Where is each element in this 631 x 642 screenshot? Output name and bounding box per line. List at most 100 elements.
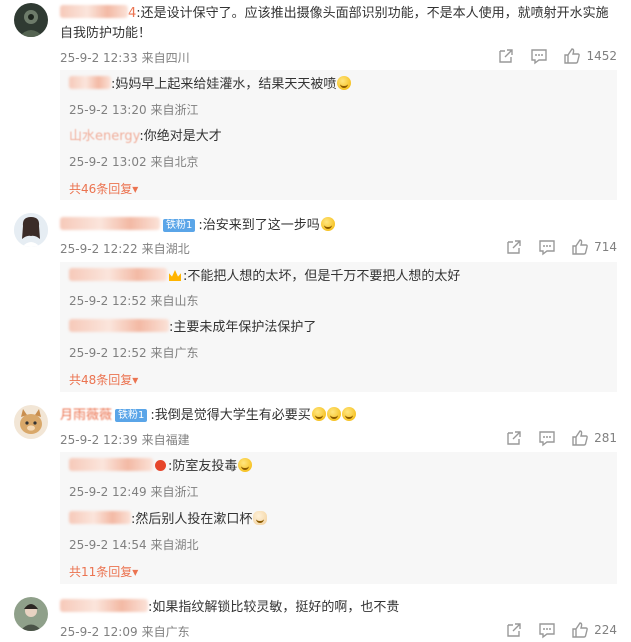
- reply-location: 来自北京: [150, 155, 199, 169]
- reply-text: :防室友投毒: [168, 459, 238, 474]
- like-count: 224: [594, 623, 617, 637]
- username[interactable]: 月雨薇薇: [60, 408, 112, 423]
- vip-badge: 铁粉1: [115, 409, 148, 422]
- more-replies-link[interactable]: 共11条回复▾: [69, 563, 138, 580]
- comment-meta: 25-9-2 12:22 来自湖北: [60, 240, 194, 257]
- reply-time: 25-9-2 12:52: [69, 346, 147, 360]
- username-redacted[interactable]: [60, 5, 128, 18]
- more-replies-link[interactable]: 共46条回复▾: [69, 180, 138, 197]
- comment-actions: 224: [490, 621, 617, 639]
- reply-time: 25-9-2 13:20: [69, 103, 147, 117]
- comment-time: 25-9-2 12:33: [60, 51, 138, 65]
- share-icon[interactable]: [497, 47, 515, 65]
- caret-down-icon: ▾: [132, 373, 139, 387]
- comment-text: :如果指纹解锁比较灵敏，挺好的啊，也不贵: [148, 600, 400, 615]
- reply-time: 25-9-2 12:49: [69, 485, 147, 499]
- username-redacted[interactable]: [60, 599, 148, 612]
- comment-text: :治安来到了这一步吗: [198, 218, 320, 233]
- comment-actions: 281: [490, 429, 617, 447]
- avatar[interactable]: [14, 405, 48, 439]
- reply-location: 来自山东: [150, 294, 199, 308]
- reply-meta: 25-9-2 13:02 来自北京: [69, 153, 198, 170]
- comment-time: 25-9-2 12:09: [60, 625, 138, 639]
- reply-meta: 25-9-2 12:52 来自山东: [69, 292, 198, 309]
- comment-icon[interactable]: [530, 47, 548, 65]
- laugh-cry-emoji-icon: [311, 407, 326, 421]
- more-replies-link[interactable]: 共48条回复▾: [69, 371, 138, 388]
- avatar[interactable]: [14, 3, 48, 37]
- comment-time: 25-9-2 12:22: [60, 242, 138, 256]
- comment-actions: 1452: [482, 47, 617, 65]
- comment-meta: 25-9-2 12:39 来自福建: [60, 431, 194, 448]
- reply-text: :妈妈早上起来给娃灌水，结果天天被喷: [111, 77, 337, 92]
- comment-actions: 714: [490, 238, 617, 256]
- reply-location: 来自浙江: [150, 103, 199, 117]
- share-icon[interactable]: [505, 238, 523, 256]
- reply-item: :然后别人投在漱口杯: [69, 510, 268, 530]
- avatar[interactable]: [14, 213, 48, 247]
- comment-location: 来自湖北: [141, 242, 190, 256]
- laugh-cry-emoji-icon: [341, 407, 356, 421]
- username-redacted[interactable]: [69, 268, 167, 281]
- cat-emoji-icon: [253, 511, 268, 525]
- reply-item: :主要未成年保护法保护了: [69, 318, 316, 338]
- comment-body: :如果指纹解锁比较灵敏，挺好的啊，也不贵: [60, 598, 617, 618]
- thumbs-up-icon[interactable]: [563, 47, 581, 65]
- reply-box: :防室友投毒 25-9-2 12:49 来自浙江 :然后别人投在漱口杯 25-9…: [60, 452, 617, 584]
- reply-text: :主要未成年保护法保护了: [169, 320, 317, 335]
- comment-meta: 25-9-2 12:33 来自四川: [60, 49, 194, 66]
- reply-text: :然后别人投在漱口杯: [131, 512, 253, 527]
- reply-meta: 25-9-2 12:52 来自广东: [69, 344, 198, 361]
- reply-username[interactable]: 山水energy: [69, 129, 139, 144]
- like-count: 281: [594, 431, 617, 445]
- reply-item: :妈妈早上起来给娃灌水，结果天天被喷: [69, 75, 352, 95]
- more-replies-label: 共48条回复: [69, 373, 133, 387]
- reply-text: :不能把人想的太坏，但是千万不要把人想的太好: [183, 269, 461, 284]
- comment-location: 来自广东: [141, 625, 190, 639]
- comment-text: :还是设计保守了。应该推出摄像头面部识别功能，不是本人使用，就喷射开水实施自我防…: [60, 6, 609, 41]
- vip-badge: 铁粉1: [163, 219, 196, 232]
- thumbs-up-icon[interactable]: [571, 621, 589, 639]
- caret-down-icon: ▾: [132, 182, 139, 196]
- reply-meta: 25-9-2 14:54 来自湖北: [69, 536, 198, 553]
- comment-location: 来自四川: [141, 51, 190, 65]
- username-redacted[interactable]: [60, 217, 160, 230]
- laugh-cry-emoji-icon: [238, 458, 253, 472]
- reply-item: 山水energy:你绝对是大才: [69, 127, 222, 147]
- laugh-cry-emoji-icon: [337, 76, 352, 90]
- like-count: 1452: [586, 49, 617, 63]
- share-icon[interactable]: [505, 621, 523, 639]
- reply-box: :妈妈早上起来给娃灌水，结果天天被喷 25-9-2 13:20 来自浙江 山水e…: [60, 70, 617, 200]
- comment-body: 4:还是设计保守了。应该推出摄像头面部识别功能，不是本人使用，就喷射开水实施自我…: [60, 4, 617, 44]
- comment-icon[interactable]: [538, 621, 556, 639]
- username-redacted[interactable]: [69, 319, 169, 332]
- comment-location: 来自福建: [141, 433, 190, 447]
- comment-body: 月雨薇薇 铁粉1:我倒是觉得大学生有必要买: [60, 406, 617, 426]
- thumbs-up-icon[interactable]: [571, 429, 589, 447]
- thumbs-up-icon[interactable]: [571, 238, 589, 256]
- comment-meta: 25-9-2 12:09 来自广东: [60, 623, 194, 640]
- reply-location: 来自湖北: [150, 538, 199, 552]
- username-redacted[interactable]: [69, 511, 131, 524]
- comment-icon[interactable]: [538, 429, 556, 447]
- like-count: 714: [594, 240, 617, 254]
- reply-meta: 25-9-2 12:49 来自浙江: [69, 483, 198, 500]
- reply-time: 25-9-2 12:52: [69, 294, 147, 308]
- reply-item: :防室友投毒: [69, 457, 253, 477]
- username-redacted[interactable]: [69, 76, 111, 89]
- more-replies-label: 共11条回复: [69, 565, 133, 579]
- reply-time: 25-9-2 13:02: [69, 155, 147, 169]
- reply-location: 来自广东: [150, 346, 199, 360]
- crown-icon: [169, 270, 181, 281]
- reply-box: :不能把人想的太坏，但是千万不要把人想的太好 25-9-2 12:52 来自山东…: [60, 262, 617, 392]
- reply-time: 25-9-2 14:54: [69, 538, 147, 552]
- share-icon[interactable]: [505, 429, 523, 447]
- comment-icon[interactable]: [538, 238, 556, 256]
- username-redacted[interactable]: [69, 458, 153, 471]
- reply-text: :你绝对是大才: [139, 129, 222, 144]
- comment-time: 25-9-2 12:39: [60, 433, 138, 447]
- avatar[interactable]: [14, 597, 48, 631]
- comment-text: :我倒是觉得大学生有必要买: [150, 408, 311, 423]
- reply-meta: 25-9-2 13:20 来自浙江: [69, 101, 198, 118]
- caret-down-icon: ▾: [132, 565, 139, 579]
